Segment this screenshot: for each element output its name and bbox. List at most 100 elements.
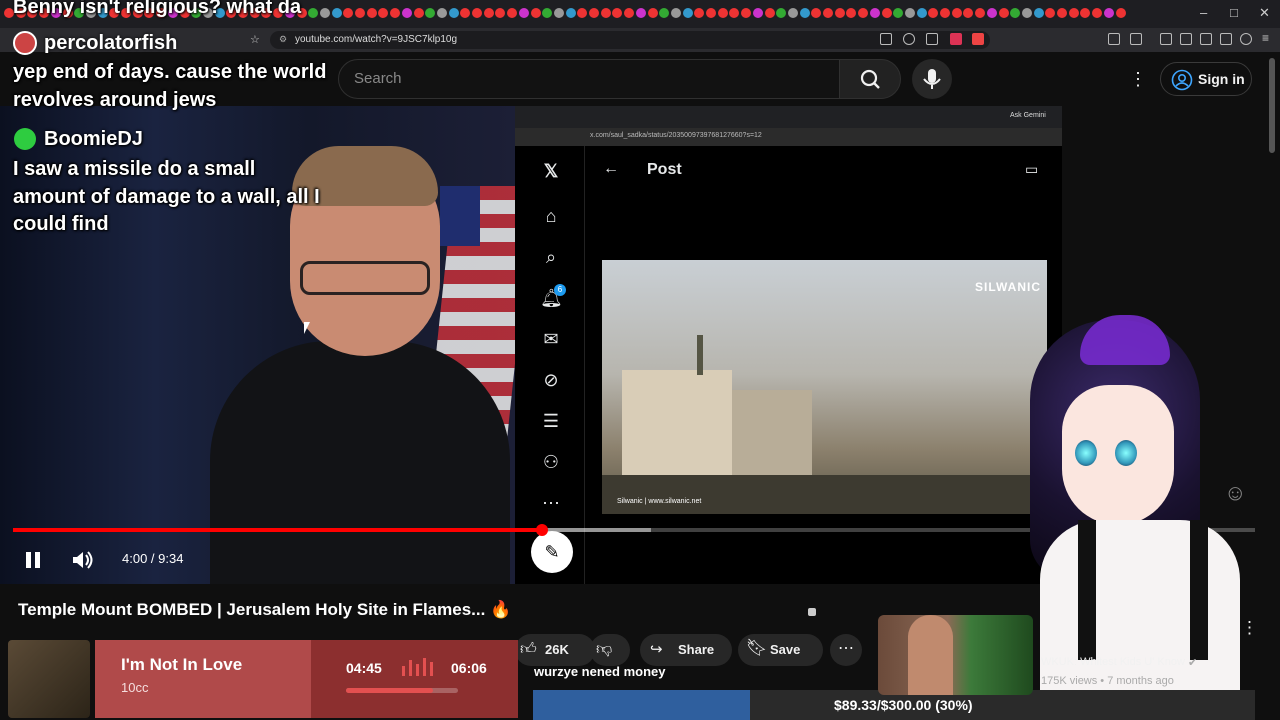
reader-icon[interactable] — [1180, 33, 1192, 45]
minaret-image — [697, 335, 703, 375]
browser-tab-favicon[interactable] — [916, 8, 927, 18]
album-art — [8, 640, 90, 718]
channel-name: percolatorfish — [44, 32, 178, 54]
browser-tab-favicon[interactable] — [355, 8, 365, 18]
browser-tab-favicon[interactable] — [717, 8, 728, 18]
maximize-icon[interactable]: □ — [1230, 5, 1238, 20]
browser-tab-favicon[interactable] — [518, 8, 529, 18]
minimize-icon[interactable]: – — [1200, 5, 1207, 20]
chat-user-icon — [14, 128, 36, 150]
vpn-icon[interactable] — [1240, 33, 1252, 45]
x-post-media: SILWANIC Silwanic | www.silwanic.net — [602, 260, 1047, 514]
browser-tab-favicon[interactable] — [682, 8, 693, 18]
equalizer-bar — [430, 662, 433, 676]
browser-tab-favicon[interactable] — [951, 8, 962, 18]
ground-image — [602, 475, 1047, 514]
browser-tab-favicon[interactable] — [881, 8, 892, 18]
browser-tab-favicon[interactable] — [413, 8, 424, 18]
chat-message-line: amount of damage to a wall, all I — [13, 186, 320, 208]
account-icon — [1171, 69, 1193, 91]
browser-tab-favicon[interactable] — [834, 8, 845, 18]
search-input[interactable] — [338, 59, 840, 99]
more-actions-icon[interactable]: ⋯ — [830, 634, 862, 666]
vtuber-eye — [1115, 440, 1137, 466]
cast-icon[interactable] — [880, 33, 892, 45]
browser-tab-favicon[interactable] — [986, 8, 997, 18]
pause-icon[interactable] — [26, 552, 40, 568]
song-artist: 10cc — [121, 680, 149, 695]
browser-tab-favicon[interactable] — [823, 8, 833, 18]
browser-tab-favicon[interactable] — [940, 8, 950, 18]
video-title: Temple Mount BOMBED | Jerusalem Holy Sit… — [18, 600, 512, 619]
media-icon[interactable] — [1160, 33, 1172, 45]
profile-icon: ⚇ — [542, 452, 560, 472]
browser-tab-favicon[interactable] — [366, 8, 377, 18]
browser-tab-favicon[interactable] — [331, 8, 342, 18]
browser-tab-favicon[interactable] — [553, 8, 564, 18]
top-chat-text: Benny isn't religious? what da — [13, 0, 302, 18]
browser-tab-favicon[interactable] — [998, 8, 1009, 18]
sidebar-icon[interactable] — [1130, 33, 1142, 45]
recommended-video-thumbnail[interactable] — [878, 615, 1033, 695]
browser-tab-favicon[interactable] — [1057, 8, 1067, 18]
browser-tab-favicon[interactable] — [706, 8, 716, 18]
browser-tab-favicon[interactable] — [319, 8, 330, 18]
browser-tab-favicon[interactable] — [904, 8, 915, 18]
home-icon: ⌂ — [545, 206, 557, 226]
brave-shield-icon[interactable] — [950, 33, 962, 45]
browser-tab-favicon[interactable] — [1103, 8, 1114, 18]
wallet-icon[interactable] — [1200, 33, 1212, 45]
browser-tab-favicon[interactable] — [764, 8, 775, 18]
browser-tab-favicon[interactable] — [448, 8, 459, 18]
mouse-cursor-icon — [304, 322, 310, 334]
donation-goal-fill — [533, 690, 750, 720]
browser-tab-favicon[interactable] — [589, 8, 599, 18]
time-current: 4:00 — [122, 551, 148, 566]
browser-tab-favicon[interactable] — [1068, 8, 1079, 18]
settings-menu-icon[interactable]: ⋮ — [1129, 69, 1147, 90]
browser-tab-favicon[interactable] — [530, 8, 541, 18]
browser-tab-favicon[interactable] — [483, 8, 494, 18]
chat-username: BoomieDJ — [44, 128, 143, 150]
bookmark-icon[interactable]: ☆ — [250, 33, 260, 46]
voice-search-button[interactable] — [912, 59, 952, 99]
save-label: Save — [770, 642, 801, 657]
media-credit: Silwanic | www.silwanic.net — [617, 498, 702, 505]
search-button[interactable] — [839, 59, 901, 99]
extensions-icon[interactable] — [1108, 33, 1120, 45]
rewards-icon[interactable] — [972, 33, 984, 45]
browser-tab-favicon[interactable] — [565, 8, 576, 18]
volume-icon[interactable] — [70, 549, 94, 571]
page-scrollbar[interactable] — [1269, 58, 1275, 153]
browser-tab-favicon[interactable] — [436, 8, 447, 18]
zoom-icon[interactable] — [903, 33, 915, 45]
song-title: I'm Not In Love — [121, 655, 243, 674]
browser-tab-favicon[interactable] — [647, 8, 658, 18]
browser-tab-favicon[interactable] — [799, 8, 810, 18]
browser-tab-favicon[interactable] — [1115, 8, 1126, 18]
donation-message: wurzye nened money — [534, 664, 666, 679]
browser-tab-favicon[interactable] — [869, 8, 880, 18]
browser-tab-favicon[interactable] — [787, 8, 798, 18]
browser-tab-favicon[interactable] — [1021, 8, 1032, 18]
recommended-video-channel[interactable]: WKUK: Whitest Kids U' Know — [1041, 656, 1185, 668]
browser-tab-favicon[interactable] — [670, 8, 681, 18]
like-count: 26K — [545, 642, 569, 657]
now-playing-panel — [95, 640, 311, 718]
downloads-icon[interactable] — [1220, 33, 1232, 45]
browser-tab-favicon[interactable] — [600, 8, 611, 18]
site-info-icon[interactable]: ⚙ — [279, 34, 287, 45]
browser-tab-favicon[interactable] — [635, 8, 646, 18]
compose-post-icon: ✎ — [531, 531, 573, 573]
browser-tab-favicon[interactable] — [752, 8, 763, 18]
share-page-icon[interactable] — [926, 33, 938, 45]
save-icon: 🔖︎ — [746, 638, 768, 657]
browser-menu-icon[interactable]: ≡ — [1262, 31, 1269, 45]
x-page-title: Post — [647, 161, 682, 178]
browser-tab-favicon[interactable] — [401, 8, 412, 18]
browser-tab-favicon[interactable] — [472, 8, 482, 18]
close-window-icon[interactable]: ✕ — [1259, 5, 1270, 21]
recommendation-menu-icon[interactable]: ⋮ — [1241, 618, 1258, 638]
explore-icon: ⌕ — [545, 247, 557, 267]
browser-tab-favicon[interactable] — [1033, 8, 1044, 18]
